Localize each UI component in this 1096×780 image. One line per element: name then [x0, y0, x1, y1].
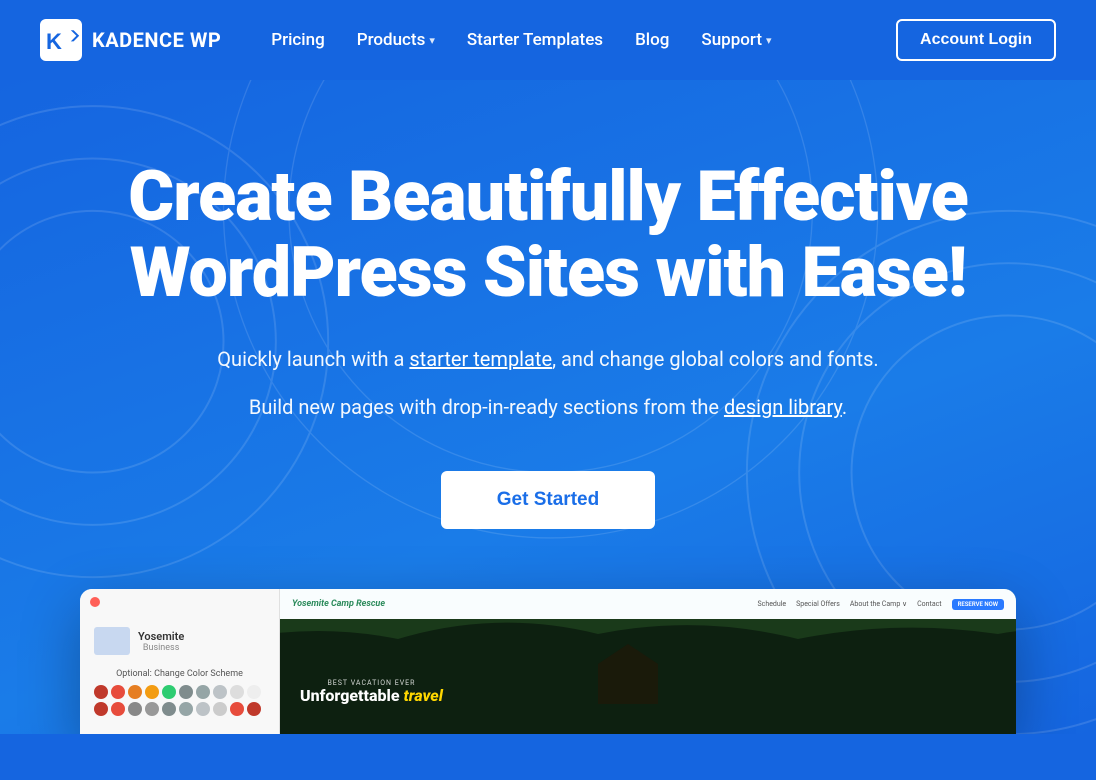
preview-nav-link: Contact [917, 600, 941, 608]
starter-template-link[interactable]: starter template [409, 347, 552, 371]
swatch[interactable] [230, 702, 244, 716]
swatch[interactable] [128, 685, 142, 699]
nav-products[interactable]: Products ▾ [343, 22, 449, 58]
preview-site-info: Yosemite Business [138, 630, 184, 653]
brand-name: KADENCE WP [92, 28, 221, 52]
design-library-link[interactable]: design library [724, 395, 842, 419]
swatch[interactable] [213, 685, 227, 699]
swatch[interactable] [196, 702, 210, 716]
logo-icon: K [40, 19, 82, 61]
preview-hero-text: BEST VACATION EVER Unforgettable travel [300, 679, 443, 705]
swatch[interactable] [213, 702, 227, 716]
hero-subtitle2: Build new pages with drop-in-ready secti… [198, 391, 898, 423]
account-login-button[interactable]: Account Login [896, 19, 1056, 61]
hero-section: Create Beautifully Effective WordPress S… [0, 80, 1096, 734]
preview-nav-link: Special Offers [796, 600, 840, 608]
swatch[interactable] [145, 702, 159, 716]
chevron-down-icon-2: ▾ [766, 34, 772, 47]
preview-hero-title: Unforgettable travel [300, 687, 443, 705]
preview-hero-image: Yosemite Camp Rescue Schedule Special Of… [280, 589, 1016, 734]
preview-nav-link: About the Camp ∨ [850, 600, 907, 608]
swatch[interactable] [179, 702, 193, 716]
nav-pricing[interactable]: Pricing [257, 22, 339, 58]
navbar-left: K KADENCE WP Pricing Products ▾ Starter … [40, 19, 786, 61]
swatch[interactable] [247, 702, 261, 716]
swatch[interactable] [196, 685, 210, 699]
preview-nav-link: Schedule [758, 600, 787, 608]
svg-text:K: K [46, 29, 62, 54]
nav-starter-templates[interactable]: Starter Templates [453, 22, 617, 58]
nav-blog[interactable]: Blog [621, 22, 683, 58]
chevron-down-icon: ▾ [429, 34, 435, 47]
preview-sidebar: Yosemite Business Optional: Change Color… [80, 589, 280, 734]
preview-window: Yosemite Business Optional: Change Color… [80, 589, 1016, 734]
preview-nav-links: Schedule Special Offers About the Camp ∨… [758, 599, 1004, 610]
swatch[interactable] [162, 685, 176, 699]
hero-title: Create Beautifully Effective WordPress S… [68, 160, 1028, 311]
preview-main: Yosemite Camp Rescue Schedule Special Of… [280, 589, 1016, 734]
color-swatches [80, 681, 279, 720]
hero-subtitle: Quickly launch with a starter template, … [198, 343, 898, 375]
swatch[interactable] [111, 702, 125, 716]
close-icon[interactable] [90, 597, 100, 607]
swatch[interactable] [145, 685, 159, 699]
swatch[interactable] [162, 702, 176, 716]
swatch[interactable] [94, 685, 108, 699]
swatch[interactable] [94, 702, 108, 716]
preview-nav-cta: RESERVE NOW [952, 599, 1004, 610]
preview-inner: Yosemite Business Optional: Change Color… [80, 589, 1016, 734]
preview-navbar: Yosemite Camp Rescue Schedule Special Of… [280, 589, 1016, 619]
color-scheme-label: Optional: Change Color Scheme [80, 663, 279, 681]
nav-support[interactable]: Support ▾ [687, 22, 785, 58]
swatch[interactable] [179, 685, 193, 699]
swatch[interactable] [111, 685, 125, 699]
preview-logo: Yosemite Camp Rescue [292, 599, 385, 609]
nav-links: Pricing Products ▾ Starter Templates Blo… [257, 22, 785, 58]
logo[interactable]: K KADENCE WP [40, 19, 221, 61]
swatch[interactable] [247, 685, 261, 699]
swatch[interactable] [128, 702, 142, 716]
preview-site-item: Yosemite Business [80, 619, 279, 663]
navbar: K KADENCE WP Pricing Products ▾ Starter … [0, 0, 1096, 80]
get-started-button[interactable]: Get Started [441, 471, 655, 529]
preview-thumbnail [94, 627, 130, 655]
swatch[interactable] [230, 685, 244, 699]
